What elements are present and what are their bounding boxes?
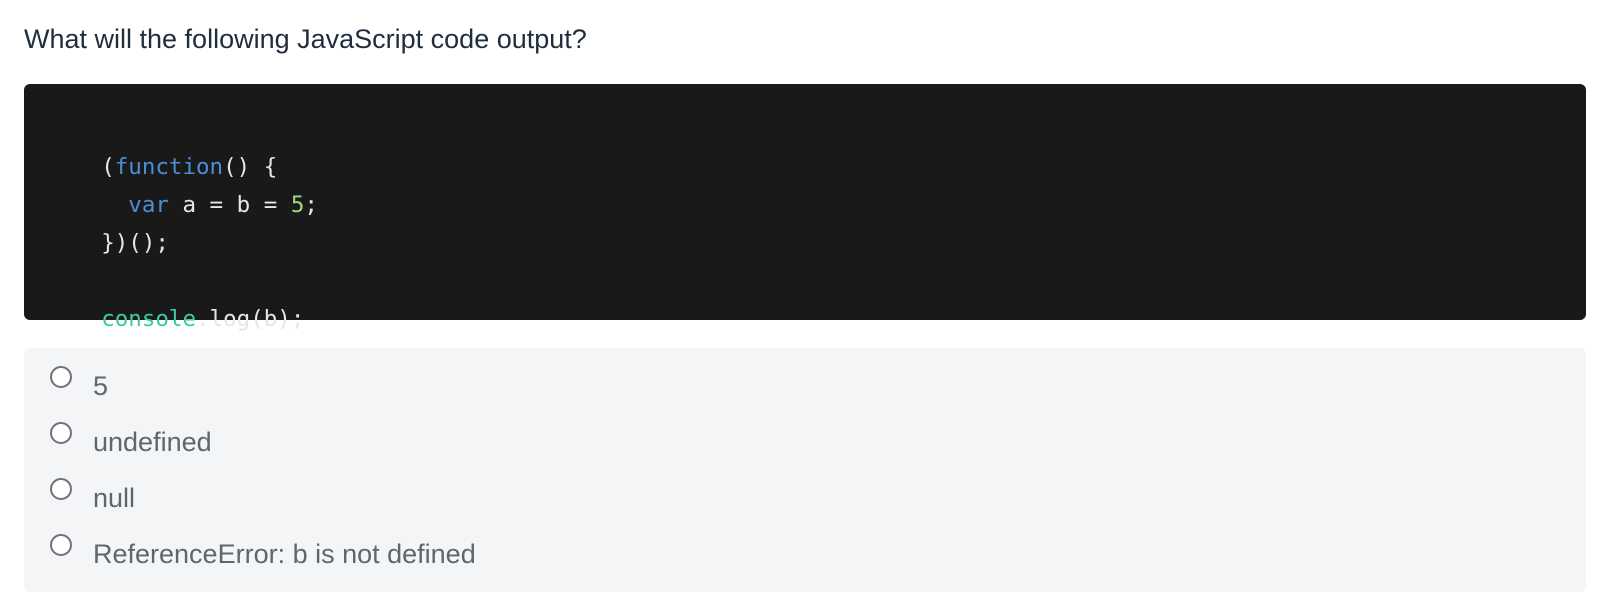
code-token: 5 (290, 192, 305, 218)
code-token: ; (304, 192, 318, 218)
answer-option-5[interactable]: 5 (24, 357, 1586, 413)
answer-option-label[interactable]: undefined (93, 424, 212, 460)
radio-unchecked-icon[interactable] (50, 366, 72, 388)
answer-option-label[interactable]: ReferenceError: b is not defined (93, 536, 476, 572)
code-line: var a = b = 5; (47, 148, 1586, 218)
code-line: console.log(b); (47, 262, 1586, 332)
code-token: })(); (101, 230, 169, 256)
code-token: .log(b); (196, 306, 305, 332)
answer-option-null[interactable]: null (24, 469, 1586, 525)
code-block: (function() { var a = b = 5; })(); conso… (24, 84, 1586, 332)
answer-option-undefined[interactable]: undefined (24, 413, 1586, 469)
answer-option-reference-error[interactable]: ReferenceError: b is not defined (24, 525, 1586, 581)
code-token: ( (101, 154, 115, 180)
radio-unchecked-icon[interactable] (50, 422, 72, 444)
code-token: a = b = (168, 192, 291, 218)
code-line: (function() { (47, 110, 1586, 180)
question-text: What will the following JavaScript code … (24, 24, 587, 54)
radio-unchecked-icon[interactable] (50, 478, 72, 500)
answer-options: 5 undefined null ReferenceError: b is no… (24, 348, 1586, 592)
radio-unchecked-icon[interactable] (50, 534, 72, 556)
code-token: () { (223, 154, 278, 180)
code-token: var (128, 192, 169, 218)
answer-option-label[interactable]: 5 (93, 368, 108, 404)
code-token: console (101, 306, 197, 332)
answer-option-label[interactable]: null (93, 480, 135, 516)
code-token: function (114, 154, 224, 180)
